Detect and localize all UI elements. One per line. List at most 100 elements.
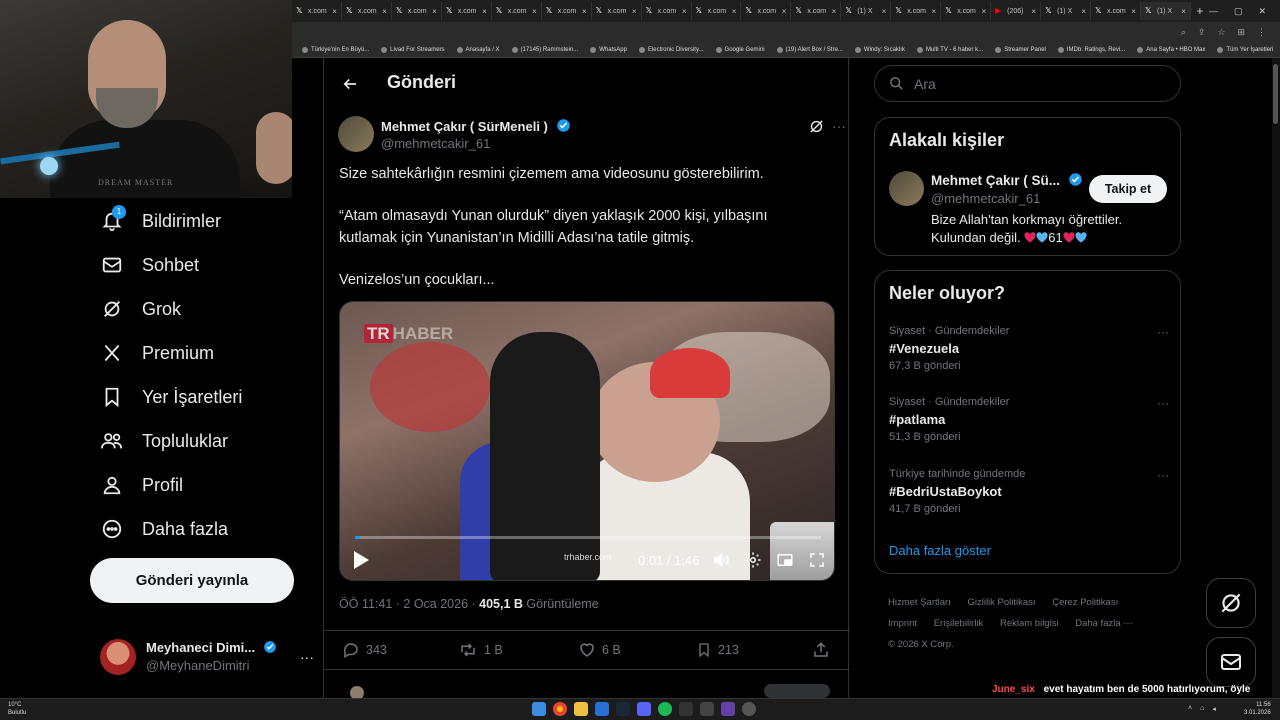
bookmark-item[interactable]: Ana Sayfa • HBO Max <box>1137 46 1205 53</box>
fullscreen-icon[interactable] <box>808 551 826 574</box>
bookmark-item[interactable]: (19) Alert Box / Stre... <box>776 46 843 53</box>
related-avatar[interactable] <box>889 171 924 206</box>
related-handle[interactable]: @mehmetcakir_61 <box>931 191 1040 206</box>
tab-close-icon[interactable]: × <box>582 7 587 16</box>
close-window-icon[interactable]: ✕ <box>1258 6 1266 17</box>
twitch-icon[interactable] <box>721 702 735 716</box>
spotify-icon[interactable] <box>658 702 672 716</box>
footer-link[interactable]: Hizmet Şartları <box>888 597 951 608</box>
windows-start-icon[interactable] <box>532 702 546 716</box>
footer-link[interactable]: Çerez Politikası <box>1052 597 1118 608</box>
browser-tab[interactable]: 𝕏x.com × <box>791 2 842 20</box>
bookmark-item[interactable]: Multi TV - 6 haber k... <box>916 46 983 53</box>
account-switcher[interactable]: Meyhaneci Dimi... @MeyhaneDimitri ··· <box>100 636 314 678</box>
bookmark-item[interactable]: (17145) Rammstein... <box>511 46 578 53</box>
tab-close-icon[interactable]: × <box>1081 7 1086 16</box>
tab-close-icon[interactable]: × <box>682 7 687 16</box>
video-progress-bar[interactable] <box>355 536 821 539</box>
nav-grok[interactable]: Grok <box>100 294 181 324</box>
tab-close-icon[interactable]: × <box>1031 7 1036 16</box>
tab-close-icon[interactable]: × <box>432 7 437 16</box>
picture-in-picture-icon[interactable] <box>776 551 794 574</box>
bookmark-item[interactable]: Livad For Streamers <box>381 46 445 53</box>
tab-close-icon[interactable]: × <box>532 7 537 16</box>
footer-link[interactable]: Gizlilik Politikası <box>967 597 1035 608</box>
like-button[interactable]: 6 B <box>578 641 621 659</box>
post-button[interactable]: Gönderi yayınla <box>90 558 294 603</box>
bookmark-item[interactable]: IMDb: Ratings, Revi... <box>1057 46 1125 53</box>
tab-close-icon[interactable]: × <box>882 7 887 16</box>
search-box[interactable]: Ara <box>874 65 1181 102</box>
tab-close-icon[interactable]: × <box>332 7 337 16</box>
browser-tab[interactable]: 𝕏 (1) X × <box>841 2 892 20</box>
post-more-icon[interactable]: ··· <box>832 118 846 134</box>
browser-tab[interactable]: 𝕏x.com × <box>941 2 992 20</box>
footer-link[interactable]: Daha fazla ··· <box>1075 618 1133 629</box>
browser-tab[interactable]: 𝕏x.com × <box>642 2 692 20</box>
browser-tab[interactable]: 𝕏x.com × <box>292 2 342 20</box>
tab-close-icon[interactable]: × <box>1181 7 1186 16</box>
zoom-icon[interactable]: ⌕ <box>1181 27 1186 38</box>
grok-explain-icon[interactable] <box>808 118 825 140</box>
bookmark-item[interactable]: Electronic Diversity... <box>638 46 704 53</box>
bookmark-item[interactable]: Türkiye'nin En Büyü... <box>302 46 369 53</box>
tab-close-icon[interactable]: × <box>832 7 837 16</box>
discord-icon[interactable] <box>637 702 651 716</box>
minimize-icon[interactable]: — <box>1209 6 1218 17</box>
reply-button[interactable]: 343 <box>342 641 387 659</box>
related-name[interactable]: Mehmet Çakır ( Sü... <box>931 173 1060 188</box>
bookmark-star-icon[interactable]: ☆ <box>1217 27 1225 38</box>
browser-tab[interactable]: 𝕏x.com × <box>492 2 542 20</box>
grok-fab[interactable] <box>1206 578 1256 628</box>
repost-button[interactable]: 1 B <box>458 641 503 659</box>
bookmark-item[interactable]: Google Gemini <box>715 46 765 53</box>
trend-item[interactable]: Siyaset · Gündemdekiler #Venezuela 67,3 … <box>889 325 1169 372</box>
taskbar-clock[interactable]: 11:56 3.01.2026 <box>1244 701 1271 717</box>
browser-tab[interactable]: 𝕏x.com × <box>592 2 642 20</box>
system-tray[interactable]: ˄ ⌂ ◂ <box>1188 705 1216 713</box>
author-handle[interactable]: @mehmetcakir_61 <box>381 136 490 151</box>
footer-link[interactable]: Erişilebilirlik <box>934 618 984 629</box>
browser-tab[interactable]: 𝕏x.com × <box>1091 2 1141 20</box>
trend-more-icon[interactable]: ··· <box>1157 325 1169 339</box>
play-icon[interactable] <box>352 550 370 575</box>
post-date[interactable]: 2 Oca 2026 <box>403 597 468 611</box>
tab-close-icon[interactable]: × <box>782 7 787 16</box>
bookmark-item[interactable]: WhatsApp <box>590 46 627 53</box>
messages-fab[interactable] <box>1206 637 1256 687</box>
follow-button[interactable]: Takip et <box>1089 175 1167 203</box>
tab-close-icon[interactable]: × <box>482 7 487 16</box>
settings-gear-icon[interactable] <box>744 551 762 574</box>
browser-tab[interactable]: 𝕏x.com × <box>392 2 442 20</box>
epic-games-icon[interactable] <box>679 702 693 716</box>
footer-link[interactable]: Imprint <box>888 618 917 629</box>
account-more-icon[interactable]: ··· <box>300 649 314 665</box>
scrollbar-thumb[interactable] <box>1273 64 1278 124</box>
trend-item[interactable]: Türkiye tarihinde gündemde #BedriUstaBoy… <box>889 468 1169 515</box>
tab-close-icon[interactable]: × <box>732 7 737 16</box>
browser-tab[interactable]: 𝕏x.com × <box>891 2 942 20</box>
file-explorer-icon[interactable] <box>574 702 588 716</box>
nav-profile[interactable]: Profil <box>100 470 183 500</box>
show-more-link[interactable]: Daha fazla göster <box>889 543 991 558</box>
chrome-icon[interactable] <box>553 702 567 716</box>
steam-icon[interactable] <box>616 702 630 716</box>
trend-more-icon[interactable]: ··· <box>1157 468 1169 482</box>
tab-close-icon[interactable]: × <box>932 7 937 16</box>
bookmark-item[interactable]: Tüm Yer İşaretleri <box>1217 46 1273 53</box>
trend-item[interactable]: Siyaset · Gündemdekiler #patlama 51,3 B … <box>889 396 1169 443</box>
browser-tab[interactable]: 𝕏 (1) X × <box>1140 2 1191 20</box>
author-name[interactable]: Mehmet Çakır ( SürMeneli ) <box>381 119 548 134</box>
browser-tab[interactable]: 𝕏 (1) X × <box>1041 2 1091 20</box>
nav-messages[interactable]: Sohbet <box>100 250 199 280</box>
share-icon[interactable]: ⇪ <box>1198 27 1206 38</box>
menu-icon[interactable]: ⋮ <box>1257 27 1266 38</box>
tab-close-icon[interactable]: × <box>981 7 986 16</box>
nav-bookmarks[interactable]: Yer İşaretleri <box>100 382 242 412</box>
share-button[interactable] <box>812 641 830 659</box>
back-arrow-icon[interactable] <box>338 72 362 96</box>
trend-more-icon[interactable]: ··· <box>1157 396 1169 410</box>
extensions-icon[interactable]: ⊞ <box>1237 27 1245 38</box>
video-player[interactable]: TR HABER trhaber.com 0:01 / 1:46 <box>339 301 835 581</box>
bookmark-item[interactable]: Windy: Sıcaklık <box>854 46 905 53</box>
